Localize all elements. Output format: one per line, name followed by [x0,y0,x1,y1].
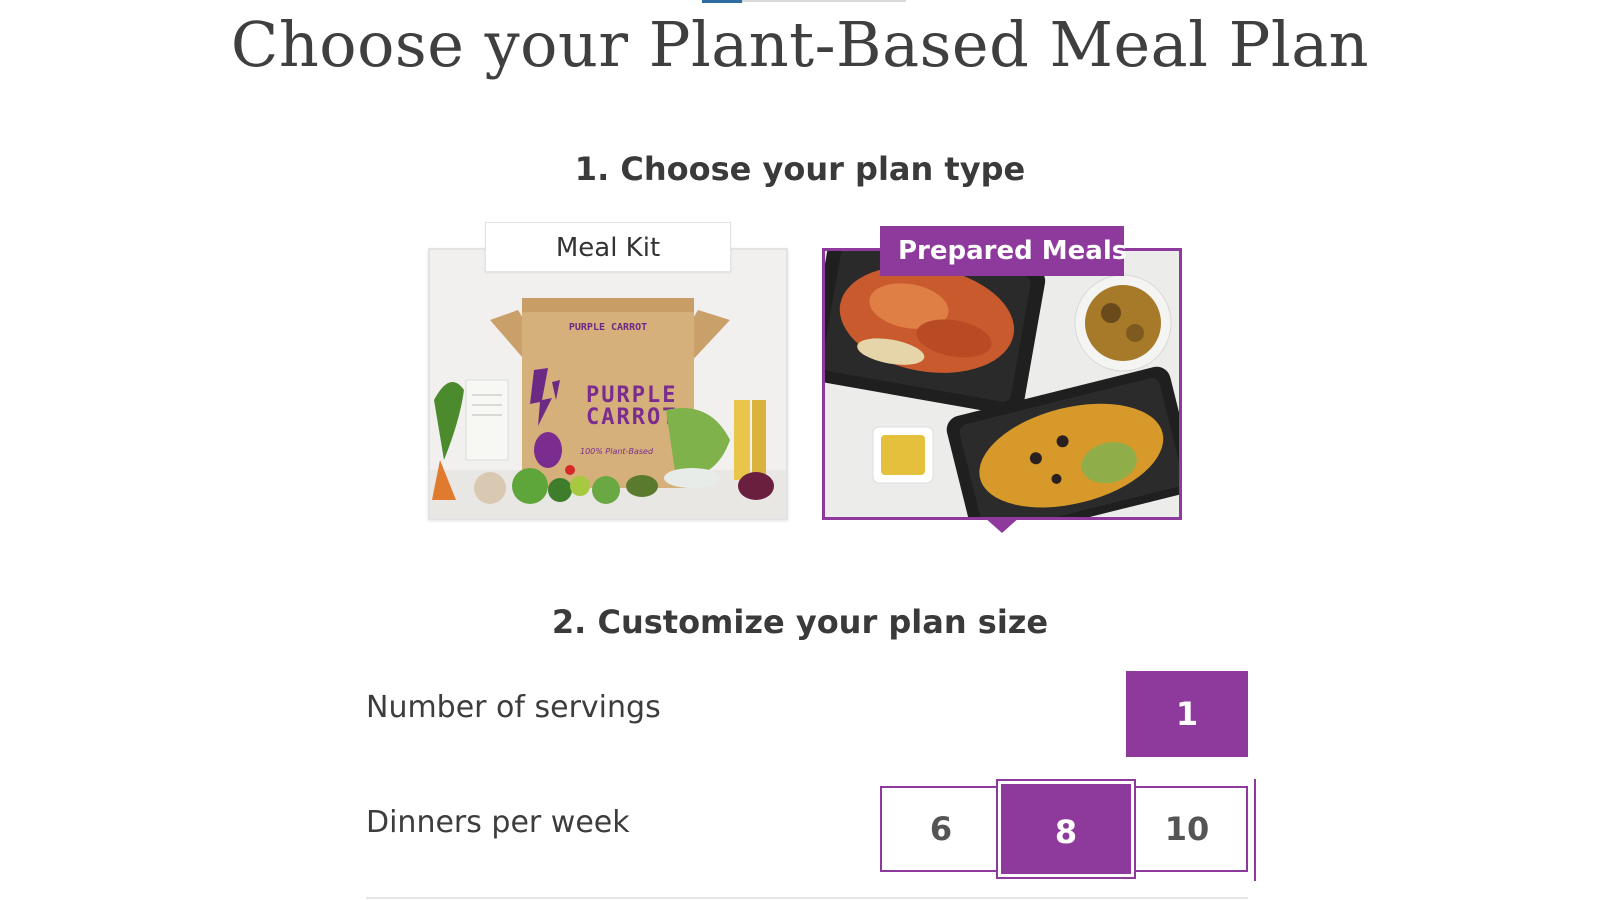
dinners-option-10[interactable]: 10 [1126,786,1248,872]
dinners-options-group: 6 10 8 [880,779,1248,879]
scroll-indicator-line [1254,779,1256,881]
dinners-label: Dinners per week [366,805,630,840]
plan-option-meal-kit[interactable]: PURPLE CARROT PURPLE CARROT 100% Plant-B… [428,222,788,520]
dinners-option-8[interactable]: 8 [996,779,1136,879]
page-title: Choose your Plant-Based Meal Plan [230,8,1370,81]
meal-kit-image: PURPLE CARROT PURPLE CARROT 100% Plant-B… [430,250,786,518]
plan-option-prepared-meals[interactable]: Prepared Meals [822,226,1182,533]
selected-pointer-arrow [984,517,1020,533]
box-brand-line-2: CARROT [586,405,677,430]
box-tagline: 100% Plant-Based [580,447,654,456]
section-divider [366,897,1248,899]
prepared-meals-label: Prepared Meals [880,226,1127,276]
box-top-text: PURPLE CARROT [569,322,647,333]
top-divider [742,0,906,2]
meal-kit-box-illustration: PURPLE CARROT PURPLE CARROT 100% Plant-B… [430,250,786,518]
step-2-heading: 2. Customize your plan size [551,603,1049,641]
servings-option-1[interactable]: 1 [1126,671,1248,757]
servings-label: Number of servings [366,690,661,725]
step-1-heading: 1. Choose your plan type [574,150,1026,188]
meal-kit-label: Meal Kit [485,222,731,272]
prepared-meals-illustration [825,251,1179,517]
dinners-option-6[interactable]: 6 [880,786,1002,872]
prepared-meals-image [825,251,1179,517]
top-accent-bar [702,0,742,3]
